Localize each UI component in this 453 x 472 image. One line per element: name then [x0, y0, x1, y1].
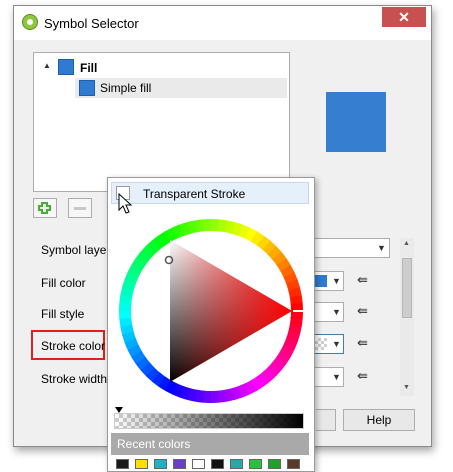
- collapse-arrow-icon[interactable]: ▲: [43, 61, 51, 70]
- recent-color-swatch[interactable]: [135, 459, 148, 469]
- fill-color-button[interactable]: ▼: [312, 271, 344, 291]
- symbol-layer-tree[interactable]: ▲ Fill Simple fill: [33, 52, 290, 192]
- symbol-layer-type-combo[interactable]: ▼: [312, 238, 390, 258]
- stroke-color-swatch: [315, 338, 327, 350]
- stroke-color-button[interactable]: ▼: [312, 334, 344, 354]
- chevron-down-icon: ▼: [332, 372, 341, 382]
- recent-color-swatch[interactable]: [192, 459, 205, 469]
- data-defined-override-icon[interactable]: ⇚: [357, 303, 368, 319]
- remove-layer-button[interactable]: [68, 198, 92, 218]
- fill-color-label: Fill color: [41, 276, 86, 290]
- simple-fill-label: Simple fill: [100, 81, 152, 95]
- add-layer-icon: [38, 202, 51, 214]
- recent-color-swatch[interactable]: [154, 459, 167, 469]
- stroke-color-label: Stroke color: [41, 339, 106, 353]
- fill-style-combo[interactable]: ▼: [312, 302, 344, 322]
- fill-color-swatch: [315, 275, 327, 287]
- recent-color-swatch[interactable]: [211, 459, 224, 469]
- chevron-down-icon: ▼: [332, 307, 341, 317]
- data-defined-override-icon[interactable]: ⇚: [357, 368, 368, 384]
- add-layer-button[interactable]: [33, 198, 57, 218]
- properties-scrollbar[interactable]: ▲ ▼: [400, 238, 414, 396]
- recent-color-swatch[interactable]: [287, 459, 300, 469]
- recent-color-swatch[interactable]: [230, 459, 243, 469]
- recent-colors-header: Recent colors: [111, 433, 309, 455]
- data-defined-override-icon[interactable]: ⇚: [357, 335, 368, 351]
- recent-color-swatch[interactable]: [173, 459, 186, 469]
- alpha-handle[interactable]: [115, 407, 123, 413]
- window-title: Symbol Selector: [44, 16, 139, 31]
- qgis-logo-icon: [22, 14, 38, 30]
- fill-style-label: Fill style: [41, 307, 85, 321]
- simple-fill-swatch-icon: [79, 80, 95, 96]
- remove-layer-icon: [74, 207, 86, 210]
- recent-color-swatch[interactable]: [249, 459, 262, 469]
- tree-item-simple-fill[interactable]: Simple fill: [75, 78, 287, 98]
- mouse-cursor-icon: [118, 193, 133, 214]
- stroke-width-spinbox[interactable]: ▼: [312, 367, 344, 387]
- recent-color-swatch[interactable]: [116, 459, 129, 469]
- recent-color-swatch[interactable]: [268, 459, 281, 469]
- color-wheel[interactable]: [115, 215, 307, 407]
- chevron-down-icon: ▼: [332, 276, 341, 286]
- transparent-stroke-item[interactable]: Transparent Stroke: [111, 182, 309, 204]
- scroll-down-icon[interactable]: ▼: [403, 384, 410, 391]
- scroll-up-icon[interactable]: ▲: [403, 240, 410, 247]
- color-picker-popup: Transparent Stroke Recent colors: [107, 177, 315, 472]
- help-button[interactable]: Help: [343, 409, 415, 431]
- scroll-thumb[interactable]: [402, 258, 412, 318]
- ok-button[interactable]: [316, 409, 336, 431]
- chevron-down-icon: ▼: [332, 339, 341, 349]
- alpha-slider[interactable]: [114, 407, 304, 429]
- close-button[interactable]: ✕: [382, 7, 426, 27]
- stroke-width-label: Stroke width: [41, 372, 108, 386]
- recent-colors-label: Recent colors: [117, 437, 191, 451]
- tree-item-fill[interactable]: Fill: [80, 61, 97, 75]
- transparent-stroke-label: Transparent Stroke: [143, 187, 246, 201]
- fill-swatch-icon: [58, 59, 74, 75]
- symbol-preview: [326, 92, 386, 152]
- data-defined-override-icon[interactable]: ⇚: [357, 272, 368, 288]
- chevron-down-icon: ▼: [377, 243, 386, 253]
- title-bar: Symbol Selector ✕: [14, 6, 431, 40]
